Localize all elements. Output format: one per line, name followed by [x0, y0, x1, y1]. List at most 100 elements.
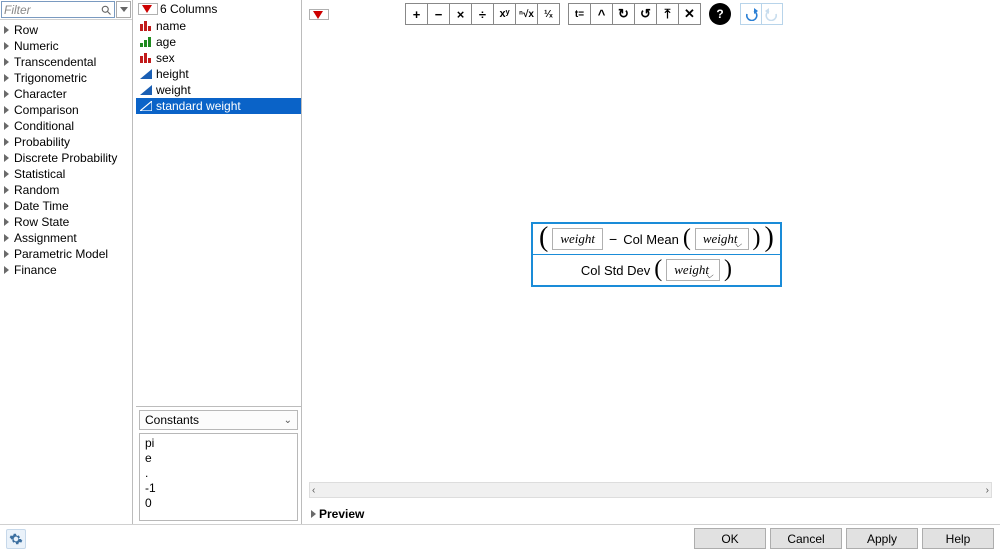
category-item[interactable]: Comparison [0, 102, 132, 118]
swap-button[interactable]: ↺ [634, 3, 657, 25]
column-item[interactable]: name [136, 18, 301, 34]
scroll-right-icon[interactable]: › [986, 485, 989, 496]
category-item[interactable]: Trigonometric [0, 70, 132, 86]
continuous-icon [140, 85, 152, 95]
disclosure-icon [4, 122, 9, 130]
denominator[interactable]: Col Std Dev ( weight⌵ ) [533, 255, 780, 285]
category-item[interactable]: Transcendental [0, 54, 132, 70]
category-item[interactable]: Row [0, 22, 132, 38]
chevron-down-icon [120, 7, 128, 12]
column-item[interactable]: standard weight [136, 98, 301, 114]
apply-button[interactable]: Apply [846, 528, 918, 549]
function-category-panel: Filter Row Numeric Transcendental Trigon… [0, 0, 133, 524]
paren-close-icon: ) [724, 258, 732, 280]
columns-header: 6 Columns [136, 0, 301, 18]
constant-item[interactable]: e [145, 451, 292, 466]
settings-button[interactable] [6, 529, 26, 549]
constants-panel: Constants ⌄ pi e . -1 0 [136, 406, 301, 524]
disclosure-icon [4, 170, 9, 178]
category-item[interactable]: Numeric [0, 38, 132, 54]
constant-item[interactable]: 0 [145, 496, 292, 511]
disclosure-icon [4, 250, 9, 258]
disclosure-icon [4, 186, 9, 194]
scroll-left-icon[interactable]: ‹ [312, 485, 315, 496]
filter-dropdown[interactable] [116, 1, 131, 18]
preview-row: Preview [305, 502, 1000, 524]
help-button[interactable]: Help [922, 528, 994, 549]
redo-button[interactable] [761, 3, 783, 25]
column-item[interactable]: sex [136, 50, 301, 66]
redo-icon [764, 7, 780, 21]
category-item[interactable]: Assignment [0, 230, 132, 246]
function-name: Col Mean [623, 232, 679, 247]
filter-input[interactable]: Filter [1, 1, 115, 18]
undo-redo-group [741, 3, 783, 25]
formula-menu-button[interactable] [309, 9, 329, 20]
caret-icon: ⌵ [735, 239, 741, 250]
filter-placeholder: Filter [4, 3, 100, 17]
column-list[interactable]: name age sex height weight standard weig… [136, 18, 301, 406]
filter-row: Filter [0, 0, 132, 20]
cancel-button[interactable]: Cancel [770, 528, 842, 549]
select-up-button[interactable]: ⤒ [656, 3, 679, 25]
peel-button[interactable]: ↻ [612, 3, 635, 25]
category-list[interactable]: Row Numeric Transcendental Trigonometric… [0, 20, 132, 524]
formula-expression[interactable]: ( weight − Col Mean ( weight⌵ ) ) Col St… [531, 222, 782, 287]
category-item[interactable]: Date Time [0, 198, 132, 214]
disclosure-icon [4, 26, 9, 34]
constant-item[interactable]: -1 [145, 481, 292, 496]
category-item[interactable]: Character [0, 86, 132, 102]
category-item[interactable]: Row State [0, 214, 132, 230]
disclosure-icon[interactable] [311, 510, 316, 518]
constant-item[interactable]: pi [145, 436, 292, 451]
category-item[interactable]: Discrete Probability [0, 150, 132, 166]
help-button[interactable]: ? [709, 3, 731, 25]
column-item[interactable]: weight [136, 82, 301, 98]
constants-dropdown[interactable]: Constants ⌄ [139, 410, 298, 430]
category-item[interactable]: Finance [0, 262, 132, 278]
column-token[interactable]: weight⌵ [695, 228, 749, 250]
column-item[interactable]: height [136, 66, 301, 82]
category-item[interactable]: Parametric Model [0, 246, 132, 262]
numerator[interactable]: ( weight − Col Mean ( weight⌵ ) ) [533, 224, 780, 254]
constants-list[interactable]: pi e . -1 0 [139, 433, 298, 521]
formula-canvas[interactable]: ( weight − Col Mean ( weight⌵ ) ) Col St… [309, 32, 992, 480]
disclosure-icon [4, 202, 9, 210]
search-icon [100, 4, 112, 16]
delete-button[interactable]: ✕ [678, 3, 701, 25]
operator-group: + − × ÷ xʸ ⁿ√x ¹⁄ₓ [405, 3, 560, 25]
divide-button[interactable]: ÷ [471, 3, 494, 25]
disclosure-icon [4, 234, 9, 242]
category-item[interactable]: Probability [0, 134, 132, 150]
disclosure-icon [4, 106, 9, 114]
local-var-button[interactable]: t= [568, 3, 591, 25]
columns-menu-button[interactable] [138, 3, 158, 15]
disclosure-icon [4, 42, 9, 50]
horizontal-scrollbar[interactable]: ‹ › [309, 482, 992, 498]
preview-label[interactable]: Preview [319, 507, 364, 521]
multiply-button[interactable]: × [449, 3, 472, 25]
category-item[interactable]: Statistical [0, 166, 132, 182]
power-button[interactable]: xʸ [493, 3, 516, 25]
gear-icon [9, 532, 23, 546]
category-item[interactable]: Random [0, 182, 132, 198]
undo-button[interactable] [740, 3, 762, 25]
paren-close-icon: ) [753, 227, 761, 249]
formula-panel: + − × ÷ xʸ ⁿ√x ¹⁄ₓ t= ^ ↻ ↺ ⤒ ✕ ? [305, 0, 1000, 524]
undo-icon [743, 7, 759, 21]
column-token[interactable]: weight [552, 228, 603, 250]
column-item[interactable]: age [136, 34, 301, 50]
insert-button[interactable]: ^ [590, 3, 613, 25]
root-button[interactable]: ⁿ√x [515, 3, 538, 25]
disclosure-icon [4, 138, 9, 146]
ok-button[interactable]: OK [694, 528, 766, 549]
caret-icon: ⌵ [706, 270, 712, 281]
plus-button[interactable]: + [405, 3, 428, 25]
constant-item[interactable]: . [145, 466, 292, 481]
chevron-down-icon: ⌄ [284, 415, 292, 426]
minus-button[interactable]: − [427, 3, 450, 25]
column-token[interactable]: weight⌵ [666, 259, 720, 281]
dialog-buttons: OK Cancel Apply Help [694, 528, 994, 549]
category-item[interactable]: Conditional [0, 118, 132, 134]
reciprocal-button[interactable]: ¹⁄ₓ [537, 3, 560, 25]
